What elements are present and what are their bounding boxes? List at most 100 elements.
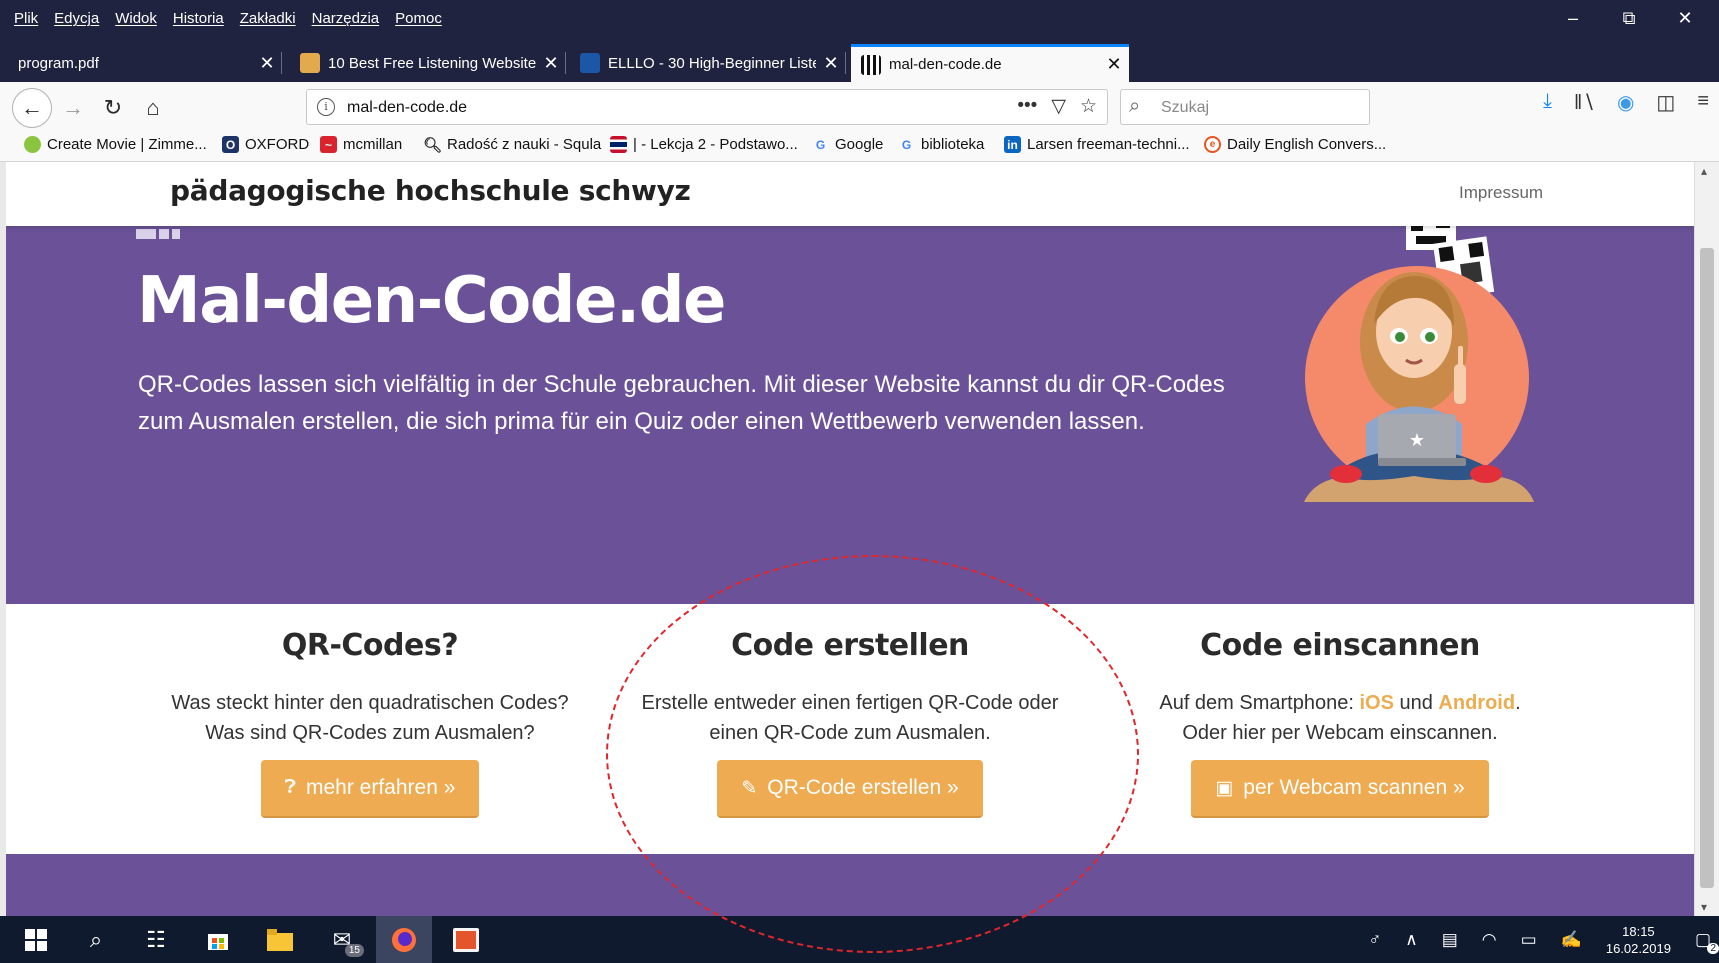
wifi-icon[interactable]: ◠	[1482, 930, 1497, 950]
menu-file[interactable]: Plik	[14, 10, 38, 27]
menu-help[interactable]: Pomoc	[395, 10, 442, 27]
webcam-scan-button[interactable]: ▣ per Webcam scannen »	[1191, 760, 1489, 818]
button-label: mehr erfahren »	[306, 776, 456, 799]
file-explorer-icon[interactable]	[252, 916, 308, 963]
info-icon[interactable]: i	[317, 98, 335, 116]
squla-icon: 🔍︎	[422, 136, 443, 154]
site-brand[interactable]: pädagogische hochschule schwyz	[170, 174, 691, 207]
url-text[interactable]: mal-den-code.de	[347, 99, 467, 117]
people-icon[interactable]: ♂	[1369, 930, 1382, 950]
hero-section: Mal-den-Code.de QR-Codes lassen sich vie…	[6, 214, 1694, 604]
bookmark-squla[interactable]: 🔍︎ Radość z nauki - Squla	[422, 136, 601, 154]
start-button[interactable]	[8, 916, 64, 963]
close-icon[interactable]: ✕	[536, 53, 566, 74]
menu-bar: Plik Edycja Widok Historia Zakładki Narz…	[0, 0, 1719, 38]
pocket-icon[interactable]: ▽	[1051, 95, 1066, 118]
download-icon[interactable]: ⤓	[1543, 90, 1552, 115]
firefox-icon[interactable]	[376, 916, 432, 963]
battery-icon[interactable]: ▭	[1521, 930, 1537, 950]
bookmark-oxford[interactable]: O OXFORD	[222, 136, 309, 153]
page-scrollbar[interactable]: ▴ ▾	[1694, 162, 1719, 916]
chevron-up-icon[interactable]: ∧	[1405, 930, 1417, 950]
create-qr-code-button[interactable]: ✎ QR-Code erstellen »	[717, 760, 983, 818]
qr-icon	[861, 54, 881, 75]
task-view-icon[interactable]: ☷	[128, 916, 184, 963]
hamburger-menu-icon[interactable]: ≡	[1697, 90, 1709, 115]
tab-label: mal-den-code.de	[889, 56, 1002, 73]
feature-line: Was steckt hinter den quadratischen Code…	[171, 692, 569, 714]
bookmark-lekcja[interactable]: | - Lekcja 2 - Podstawo...	[610, 136, 798, 153]
menu-edit[interactable]: Edycja	[54, 10, 99, 27]
feature-line: Oder hier per Webcam einscannen.	[1182, 722, 1498, 744]
mcmillan-icon: ~	[320, 136, 337, 153]
scroll-down-icon[interactable]: ▾	[1701, 900, 1707, 914]
windows-taskbar: ⌕ ☷ ✉ 15 ♂ ∧ ▤ ◠ ▭ ✍ 18:15 16.02.2019 ▢ 2	[0, 916, 1719, 963]
library-icon[interactable]: ‖∖	[1574, 90, 1595, 115]
notifications-icon[interactable]: ▢ 2	[1695, 930, 1719, 954]
home-button[interactable]: ⌂	[136, 91, 170, 125]
bookmark-label: OXFORD	[245, 136, 310, 153]
search-bar[interactable]: ⌕ Szukaj	[1120, 89, 1370, 125]
tab-mal-den-code[interactable]: mal-den-code.de ✕	[851, 44, 1129, 82]
tab-label: program.pdf	[18, 54, 99, 72]
nav-link-impressum[interactable]: Impressum	[1459, 183, 1543, 203]
scrollbar-thumb[interactable]	[1700, 248, 1714, 888]
sidebar-icon[interactable]: ◫	[1656, 90, 1675, 115]
bookmark-google[interactable]: G Google	[812, 136, 884, 153]
bookmark-label: biblioteka	[921, 136, 985, 153]
bookmark-label: Google	[835, 136, 884, 153]
page-actions-icon[interactable]: •••	[1017, 95, 1037, 118]
minimize-icon[interactable]: –	[1558, 8, 1588, 29]
bookmark-label: Create Movie | Zimme...	[47, 136, 207, 153]
menu-bookmarks[interactable]: Zakładki	[240, 10, 296, 27]
mail-icon[interactable]: ✉ 15	[314, 916, 370, 963]
site-icon	[300, 53, 320, 73]
ios-link[interactable]: iOS	[1359, 692, 1393, 714]
menu-view[interactable]: Widok	[115, 10, 157, 27]
restore-icon[interactable]: ⧉	[1614, 8, 1644, 29]
reload-button[interactable]: ↻	[96, 91, 130, 125]
android-link[interactable]: Android	[1438, 692, 1515, 714]
close-icon[interactable]: ✕	[1099, 54, 1129, 75]
close-icon[interactable]: ✕	[816, 53, 846, 74]
feature-text: Was steckt hinter den quadratischen Code…	[130, 688, 610, 748]
learn-more-button[interactable]: ❓︎ mehr erfahren »	[260, 760, 480, 818]
bookmark-create-movie[interactable]: Create Movie | Zimme...	[24, 136, 207, 153]
qr-logo-fragment	[136, 226, 183, 244]
button-label: per Webcam scannen »	[1243, 776, 1465, 799]
feature-title: Code einscannen	[1200, 628, 1480, 663]
url-bar[interactable]: i mal-den-code.de ••• ▽ ☆	[306, 89, 1108, 125]
close-window-icon[interactable]: ✕	[1670, 8, 1700, 29]
clock-date: 16.02.2019	[1605, 940, 1671, 956]
feature-scan-code: Code einscannen Auf dem Smartphone: iOS …	[1100, 628, 1580, 818]
bookmark-daily-english[interactable]: e Daily English Convers...	[1204, 136, 1386, 153]
oxford-icon: O	[222, 136, 239, 153]
tab-program-pdf[interactable]: program.pdf ✕	[8, 44, 282, 82]
bookmark-larsen[interactable]: in Larsen freeman-techni...	[1004, 136, 1190, 153]
menu-history[interactable]: Historia	[173, 10, 224, 27]
search-taskbar-icon[interactable]: ⌕	[68, 916, 124, 963]
bookmark-star-icon[interactable]: ☆	[1080, 95, 1097, 118]
close-icon[interactable]: ✕	[252, 53, 282, 74]
back-button[interactable]: ←	[12, 88, 52, 128]
menu-tools[interactable]: Narzędzia	[312, 10, 380, 27]
tablet-icon[interactable]: ▤	[1442, 930, 1458, 950]
tab-bar: program.pdf ✕ 10 Best Free Listening Web…	[0, 38, 1719, 112]
site-navbar: pädagogische hochschule schwyz Impressum	[6, 162, 1694, 226]
bookmark-mcmillan[interactable]: ~ mcmillan	[320, 136, 402, 153]
store-icon[interactable]	[190, 916, 246, 963]
clock[interactable]: 18:15 16.02.2019	[1606, 923, 1671, 957]
tab-ellllo[interactable]: ELLLO - 30 High-Beginner Liste ✕	[570, 44, 846, 82]
uk-flag-icon	[610, 136, 627, 153]
feature-line: Auf dem Smartphone:	[1159, 692, 1360, 714]
presentation-app-icon[interactable]	[438, 916, 494, 963]
windows-logo-icon	[25, 928, 47, 951]
forward-button[interactable]: →	[56, 91, 90, 125]
feature-create-code: Code erstellen Erstelle entweder einen f…	[610, 628, 1090, 818]
bookmark-biblioteka[interactable]: G biblioteka	[898, 136, 985, 153]
pen-icon[interactable]: ✍	[1561, 930, 1582, 950]
feature-line: Erstelle entweder einen fertigen QR-Code…	[641, 692, 1059, 714]
scroll-up-icon[interactable]: ▴	[1701, 164, 1707, 178]
tab-listening-websites[interactable]: 10 Best Free Listening Websites ✕	[290, 44, 566, 82]
extension-icon[interactable]: ◉	[1617, 90, 1634, 115]
